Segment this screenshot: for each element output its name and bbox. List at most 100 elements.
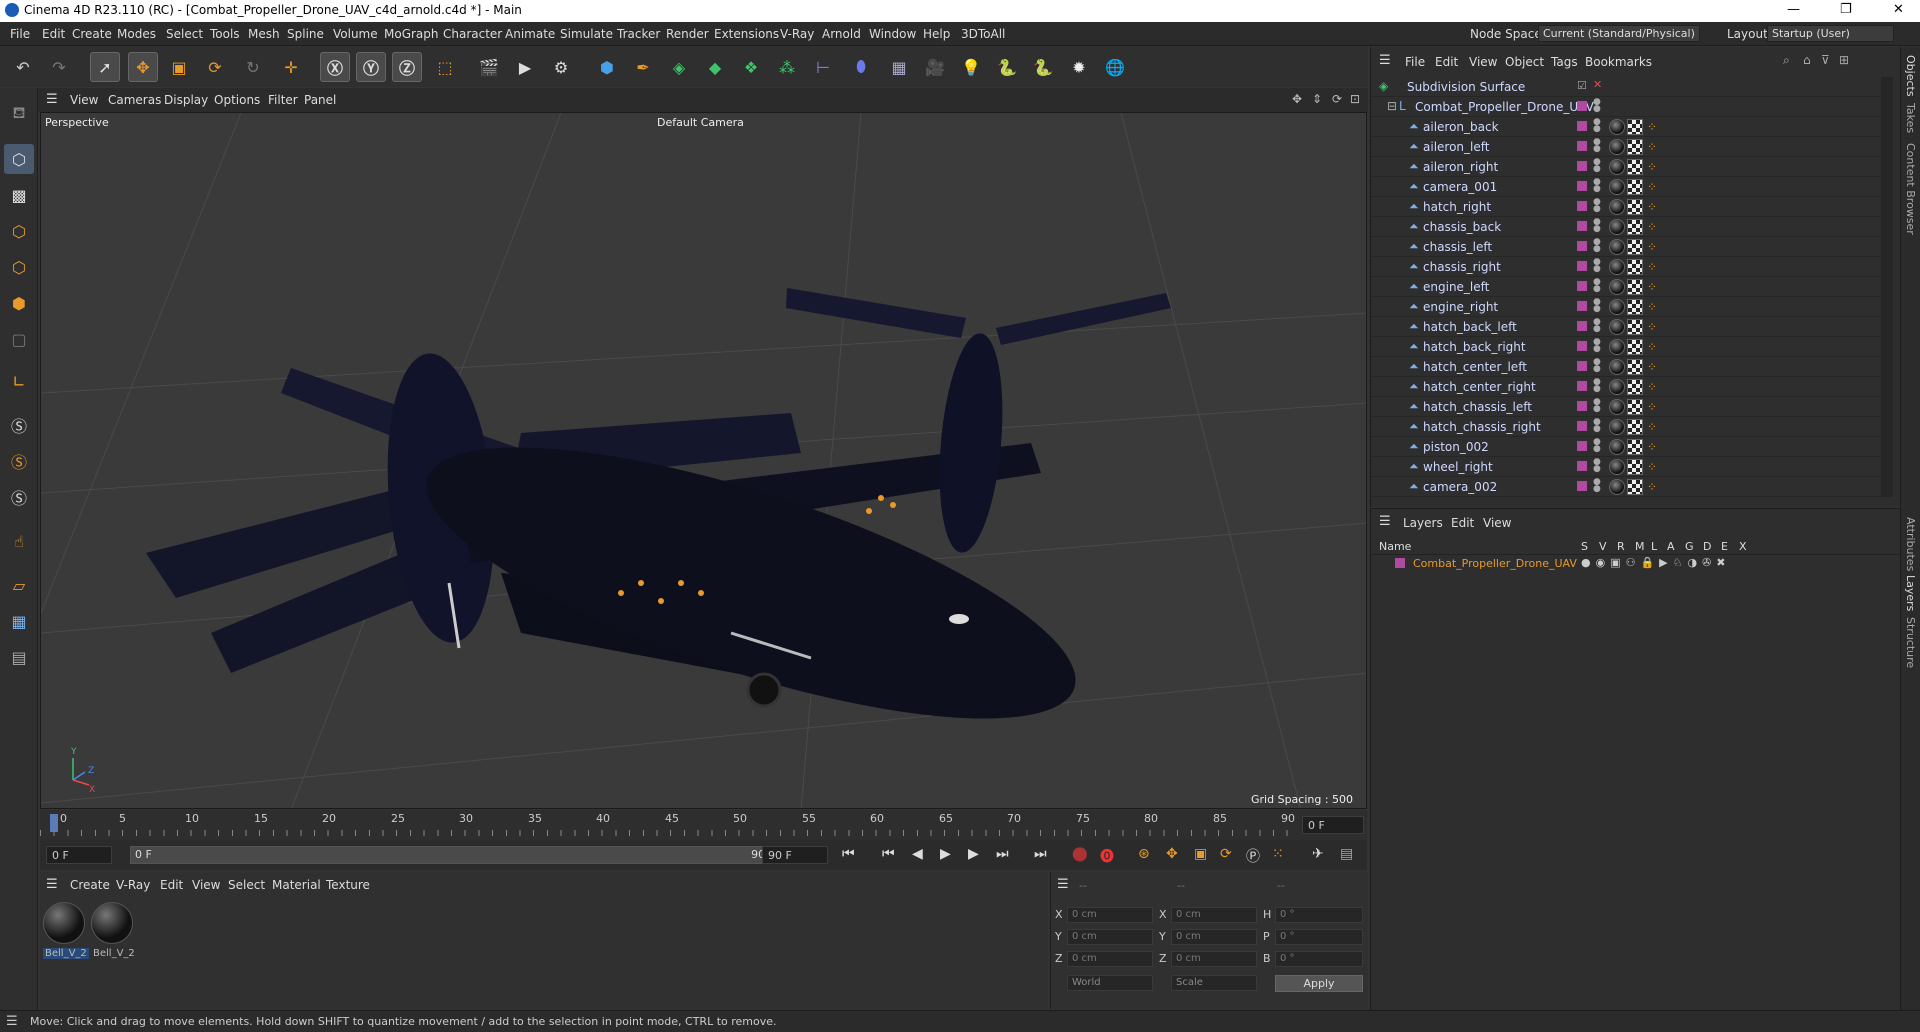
keyframe-selection-icon[interactable]: ⊛ [1138, 846, 1150, 862]
layer-color-tag[interactable] [1577, 241, 1587, 251]
extrude-icon[interactable]: ◆ [700, 52, 730, 82]
texture-tag-icon[interactable] [1627, 359, 1643, 375]
tab-structure[interactable]: Structure [1904, 617, 1917, 668]
edit-check-icon[interactable]: ☑ [1577, 79, 1587, 92]
material-tag-icon[interactable] [1609, 319, 1625, 335]
workplane-icon[interactable]: ▱ [4, 570, 34, 600]
coords-menu-icon[interactable]: ☰ [1057, 877, 1069, 892]
axis-mode-icon[interactable]: ∟ [4, 366, 34, 396]
texture-tag-icon[interactable] [1627, 479, 1643, 495]
layer-color-tag[interactable] [1577, 261, 1587, 271]
deformer-icon[interactable]: ⊢ [808, 52, 838, 82]
layer-color-tag[interactable] [1577, 101, 1587, 111]
object-name[interactable]: camera_002 [1423, 480, 1497, 494]
layer-color-tag[interactable] [1577, 481, 1587, 491]
material-tag-icon[interactable] [1609, 399, 1625, 415]
floor-icon[interactable]: ▦ [884, 52, 914, 82]
material-tag-icon[interactable] [1609, 439, 1625, 455]
mat-menu-edit[interactable]: Edit [160, 878, 183, 892]
3d-viewport[interactable]: Y X Z Perspective Default Camera Grid Sp… [40, 112, 1367, 809]
visibility-dots[interactable]: ● ● [1593, 258, 1601, 274]
size-x-field[interactable]: 0 cm [1171, 907, 1257, 923]
layer-color-tag[interactable] [1577, 421, 1587, 431]
menu-help[interactable]: Help [923, 27, 950, 41]
layer-menu-icon[interactable]: ☰ [1379, 514, 1391, 529]
object-row[interactable]: ⏶ chassis_right ● ● ⁘ [1371, 257, 1881, 277]
visibility-dots[interactable]: ● ● [1593, 418, 1601, 434]
move-tool-icon[interactable]: ✥ [128, 52, 158, 82]
object-row[interactable]: ⏶ chassis_left ● ● ⁘ [1371, 237, 1881, 257]
coordinate-system-icon[interactable]: ⬚ [430, 52, 460, 82]
menu-arnold[interactable]: Arnold [822, 27, 861, 41]
menu-mograph[interactable]: MoGraph [384, 27, 439, 41]
object-row[interactable]: ⏶ camera_001 ● ● ⁘ [1371, 177, 1881, 197]
layer-color-tag[interactable] [1577, 141, 1587, 151]
next-frame-icon[interactable]: ▶ [968, 846, 979, 862]
phong-tag-icon[interactable]: ⁘ [1647, 280, 1657, 294]
visibility-dots[interactable]: ● ● [1593, 398, 1601, 414]
next-key-icon[interactable]: ⏭ [996, 846, 1009, 862]
y-axis-lock-icon[interactable]: Ⓨ [356, 52, 386, 82]
layer-color-tag[interactable] [1577, 181, 1587, 191]
apply-button[interactable]: Apply [1275, 975, 1363, 992]
object-row-group[interactable]: ⊟ L Combat_Propeller_Drone_UAV ● ● [1371, 97, 1881, 117]
texture-tag-icon[interactable] [1627, 259, 1643, 275]
material-tag-icon[interactable] [1609, 219, 1625, 235]
uv-mode-icon[interactable]: ▢ [4, 324, 34, 354]
texture-tag-icon[interactable] [1627, 139, 1643, 155]
vp-menu-view[interactable]: View [70, 93, 98, 107]
menu-mesh[interactable]: Mesh [248, 27, 280, 41]
menu-select[interactable]: Select [166, 27, 203, 41]
texture-tag-icon[interactable] [1627, 279, 1643, 295]
viewport-menu-icon[interactable]: ☰ [46, 92, 58, 107]
cloner-icon[interactable]: ❖ [736, 52, 766, 82]
subdivision-icon[interactable]: ◈ [664, 52, 694, 82]
object-menu-icon[interactable]: ☰ [1379, 53, 1391, 68]
object-row[interactable]: ⏶ wheel_right ● ● ⁘ [1371, 457, 1881, 477]
camera-icon[interactable]: 🎥 [920, 52, 950, 82]
phong-tag-icon[interactable]: ⁘ [1647, 480, 1657, 494]
material-tag-icon[interactable] [1609, 119, 1625, 135]
object-row[interactable]: ⏶ aileron_left ● ● ⁘ [1371, 137, 1881, 157]
layer-color-tag[interactable] [1577, 321, 1587, 331]
object-name[interactable]: hatch_center_right [1423, 380, 1536, 394]
layer-color-tag[interactable] [1577, 461, 1587, 471]
texture-mode-icon[interactable]: ▩ [4, 180, 34, 210]
tab-layers[interactable]: Layers [1904, 575, 1917, 611]
obj-menu-tags[interactable]: Tags [1551, 55, 1578, 69]
snap-icon[interactable]: Ⓢ [4, 410, 34, 440]
current-frame-field[interactable]: 0 F [1302, 816, 1364, 834]
phong-tag-icon[interactable]: ⁘ [1647, 360, 1657, 374]
phong-tag-icon[interactable]: ⁘ [1647, 180, 1657, 194]
select-tool-icon[interactable]: ➚ [90, 52, 120, 82]
object-row[interactable]: ⏶ hatch_back_left ● ● ⁘ [1371, 317, 1881, 337]
material-swatch[interactable] [43, 902, 85, 944]
texture-tag-icon[interactable] [1627, 379, 1643, 395]
object-name[interactable]: piston_002 [1423, 440, 1489, 454]
mat-menu-view[interactable]: View [192, 878, 220, 892]
coord-mode-select[interactable]: World [1067, 975, 1153, 991]
search-icon[interactable]: ⌕ [1783, 53, 1790, 68]
object-name[interactable]: Combat_Propeller_Drone_UAV [1415, 100, 1594, 114]
points-mode-icon[interactable]: ⬡ [4, 216, 34, 246]
previous-frame-icon[interactable]: ◀ [912, 846, 923, 862]
object-scrollbar[interactable] [1881, 77, 1893, 497]
menu-spline[interactable]: Spline [287, 27, 324, 41]
menu-extensions[interactable]: Extensions [714, 27, 779, 41]
object-name[interactable]: hatch_back_right [1423, 340, 1526, 354]
python-script-icon[interactable]: 🐍 [1028, 52, 1058, 82]
visibility-dots[interactable]: ● ● [1593, 278, 1601, 294]
object-name[interactable]: hatch_chassis_left [1423, 400, 1532, 414]
visibility-dots[interactable]: ● ● [1593, 338, 1601, 354]
layer-color-tag[interactable] [1577, 401, 1587, 411]
visibility-dots[interactable]: ● ● [1593, 458, 1601, 474]
menu-modes[interactable]: Modes [117, 27, 156, 41]
texture-tag-icon[interactable] [1627, 319, 1643, 335]
object-row[interactable]: ⏶ hatch_center_left ● ● ⁘ [1371, 357, 1881, 377]
locked-workplane-icon[interactable]: ▦ [4, 606, 34, 636]
texture-tag-icon[interactable] [1627, 419, 1643, 435]
object-name[interactable]: engine_left [1423, 280, 1489, 294]
collapse-icon[interactable]: ⊟ [1387, 99, 1397, 113]
recent-tool-icon[interactable]: ↻ [238, 52, 268, 82]
texture-tag-icon[interactable] [1627, 119, 1643, 135]
